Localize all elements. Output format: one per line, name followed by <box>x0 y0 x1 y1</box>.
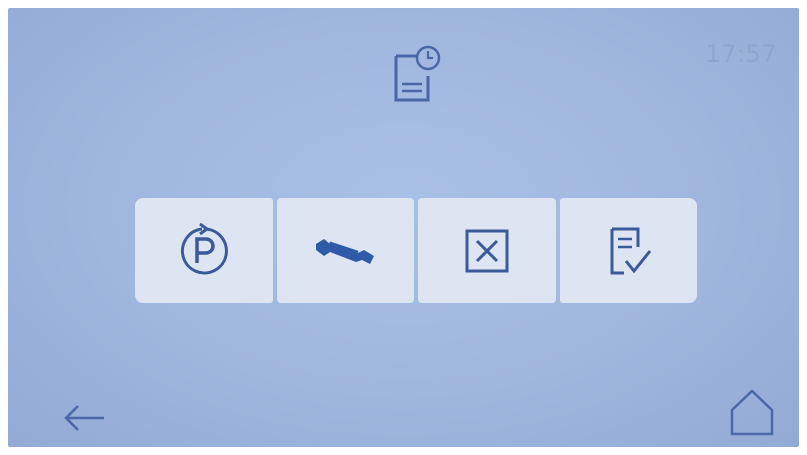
touch-screen: 17:57 <box>8 8 799 447</box>
clock: 17:57 <box>705 40 777 68</box>
checklist-button[interactable] <box>559 198 697 303</box>
cancel-button[interactable] <box>418 198 556 303</box>
function-menu <box>135 198 697 303</box>
service-log-icon <box>384 36 448 106</box>
document-check-icon <box>610 227 652 274</box>
close-box-icon <box>465 229 509 272</box>
back-button[interactable] <box>58 398 118 438</box>
parking-program-button[interactable] <box>135 198 273 303</box>
cycle-p-icon <box>180 222 228 274</box>
home-button[interactable] <box>727 386 777 438</box>
maintenance-button[interactable] <box>276 198 414 303</box>
arrow-left-icon <box>64 405 104 431</box>
home-icon <box>730 389 774 436</box>
wrench-icon <box>316 238 375 264</box>
